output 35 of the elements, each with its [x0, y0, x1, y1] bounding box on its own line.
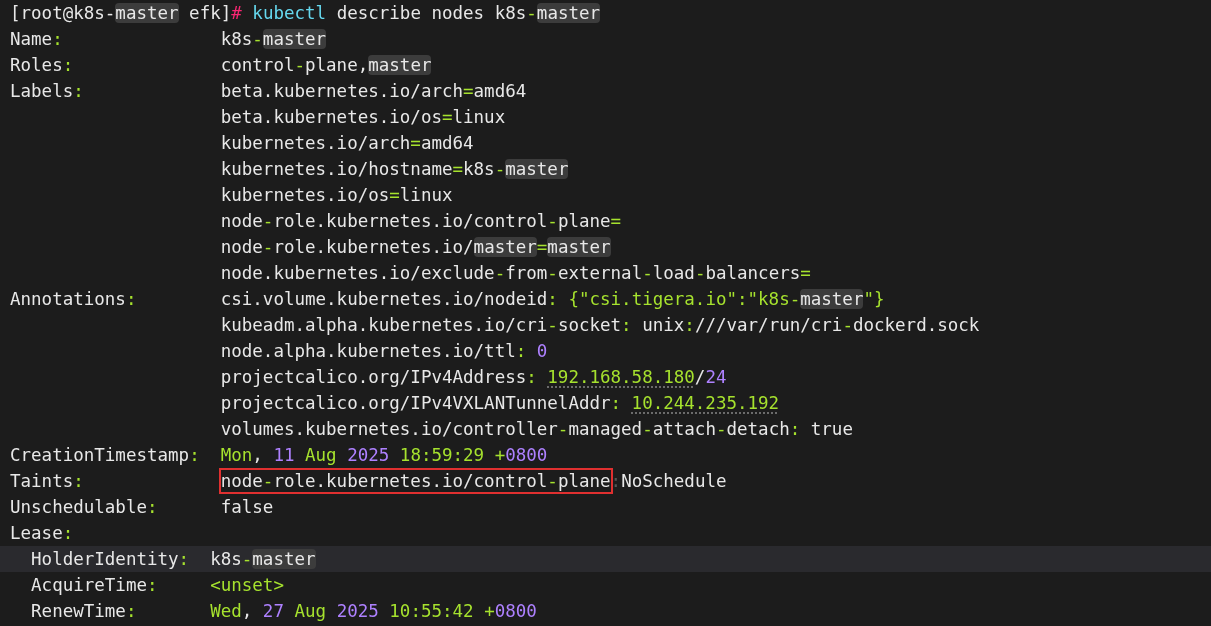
field-label: AcquireTime:: [31, 575, 158, 595]
field-value: projectcalico.org/IPv4VXLANTunnelAddr: 10.244.235.192: [220, 393, 780, 413]
field-value: :NoSchedule: [610, 471, 727, 491]
field-value: projectcalico.org/IPv4Address: 192.168.58.180/24: [220, 367, 727, 387]
field-value: false: [220, 497, 274, 517]
field-value: Mon, 11 Aug 2025 18:59:29 +0800: [220, 445, 548, 465]
field-value: control-plane,master: [220, 55, 432, 75]
field-value: volumes.kubernetes.io/controller-managed-attach-detach: true: [220, 419, 853, 439]
field-value: beta.kubernetes.io/os=linux: [220, 107, 506, 127]
field-value: node-role.kubernetes.io/master=master: [220, 237, 611, 257]
field-value: Wed, 27 Aug 2025 10:55:42 +0800: [210, 601, 537, 621]
field-value: node-role.kubernetes.io/control-plane=: [220, 211, 622, 231]
field-label: Name:: [10, 29, 63, 49]
field-label: Lease:: [10, 523, 74, 543]
field-label: RenewTime:: [31, 601, 137, 621]
field-value: k8s-master: [210, 549, 316, 569]
field-label: Unschedulable:: [10, 497, 158, 517]
field-value: node.kubernetes.io/exclude-from-external-load-balancers=: [220, 263, 811, 283]
field-value: <unset>: [210, 575, 284, 595]
field-value: kubernetes.io/hostname=k8s-master: [220, 159, 569, 179]
field-label: CreationTimestamp:: [10, 445, 200, 465]
field-value: beta.kubernetes.io/arch=amd64: [220, 81, 527, 101]
field-label: Taints:: [10, 471, 84, 491]
field-value: node-role.kubernetes.io/control-plane: [220, 471, 611, 491]
field-value: csi.volume.kubernetes.io/nodeid: {"csi.tigera.io":"k8s-master"}: [220, 289, 885, 309]
field-value: node.alpha.kubernetes.io/ttl: 0: [220, 341, 548, 361]
field-value: kubeadm.alpha.kubernetes.io/cri-socket: unix:///var/run/cri-dockerd.sock: [220, 315, 980, 335]
field-label: Labels:: [10, 81, 84, 101]
command-line: [root@k8s-master efk]# kubectl describe nodes k8s-master: [10, 3, 601, 23]
field-label: HolderIdentity:: [31, 549, 190, 569]
field-label: Roles:: [10, 55, 74, 75]
field-value: kubernetes.io/arch=amd64: [220, 133, 474, 153]
field-value: kubernetes.io/os=linux: [220, 185, 453, 205]
field-value: k8s-master: [220, 29, 327, 49]
field-label: Annotations:: [10, 289, 137, 309]
